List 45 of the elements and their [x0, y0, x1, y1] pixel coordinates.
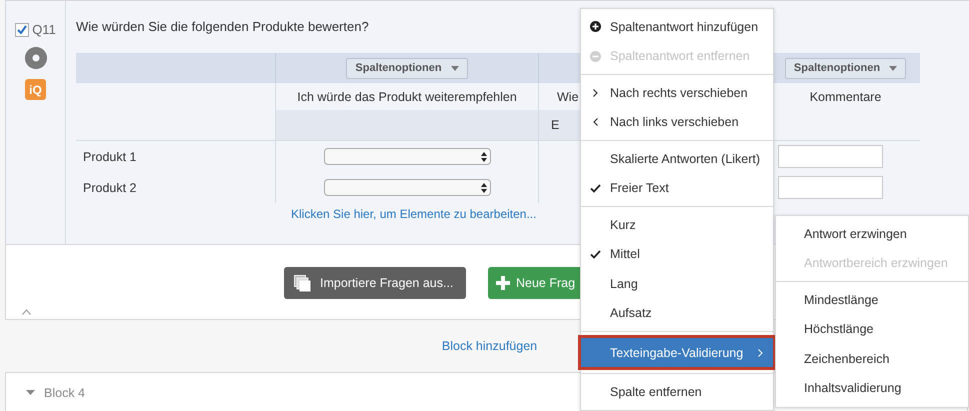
chevron-right-icon [593, 88, 598, 97]
plus-icon [496, 276, 510, 290]
import-button[interactable]: Importiere Fragen aus... [284, 267, 466, 299]
column-options-button[interactable]: Spaltenoptionen [784, 58, 906, 78]
menu-item[interactable]: Spalte entfernen [581, 377, 773, 406]
copy-icon [294, 274, 311, 292]
chevron-right-icon [758, 348, 763, 356]
dropdown[interactable] [324, 148, 490, 165]
row-label: Produkt 1 [82, 148, 138, 166]
chevron-left-icon [593, 118, 598, 126]
menu-item[interactable]: Kurz [581, 210, 773, 240]
menu-item[interactable]: Skalierte Antworten (Likert) [581, 144, 773, 174]
menu-item[interactable]: Spaltenantwort hinzufügen [581, 12, 773, 42]
block-title: Block 4 [44, 386, 85, 400]
menu-item[interactable]: Aufsatz [581, 298, 773, 328]
plus-circle-icon [590, 21, 601, 32]
menu-item[interactable]: Zeichenbereich [776, 344, 968, 374]
menu-item[interactable]: Antwort erzwingen [776, 219, 968, 248]
caret-down-icon [889, 66, 898, 70]
updown-arrows-icon [480, 152, 486, 162]
checkbox[interactable] [15, 22, 30, 36]
expand-caret-icon[interactable] [26, 390, 35, 395]
check-icon [590, 184, 601, 193]
dropdown[interactable] [324, 179, 490, 196]
edit-items-link[interactable]: Klicken Sie hier, um Elemente zu bearbeiten... [291, 207, 536, 221]
question-text: Wie würden Sie die folgenden Produkte bewerten? [76, 19, 369, 34]
add-block-link[interactable]: Block hinzufügen [442, 339, 538, 353]
menu-item[interactable]: Texteingabe-Validierung [578, 335, 776, 370]
menu-item[interactable]: Nach links verschieben [581, 108, 773, 137]
text-input[interactable] [778, 145, 883, 168]
question-number: Q11 [32, 22, 56, 37]
menu-item[interactable]: Freier Text [581, 174, 773, 203]
check-icon [590, 250, 601, 259]
collapse-caret-icon[interactable] [22, 309, 31, 315]
updown-arrows-icon [480, 182, 486, 192]
minus-circle-icon [590, 50, 601, 62]
menu-item[interactable]: Mittel [581, 240, 773, 269]
menu-item[interactable]: Inhaltsvalidierung [776, 374, 968, 403]
menu-item[interactable]: Höchstlänge [776, 314, 968, 344]
row-label: Produkt 2 [82, 180, 138, 196]
caret-down-icon [450, 66, 459, 70]
column-options-button[interactable]: Spaltenoptionen [346, 58, 468, 78]
check-icon [17, 25, 28, 34]
menu-item[interactable]: Mindestlänge [776, 285, 968, 314]
text-input[interactable] [778, 176, 883, 199]
